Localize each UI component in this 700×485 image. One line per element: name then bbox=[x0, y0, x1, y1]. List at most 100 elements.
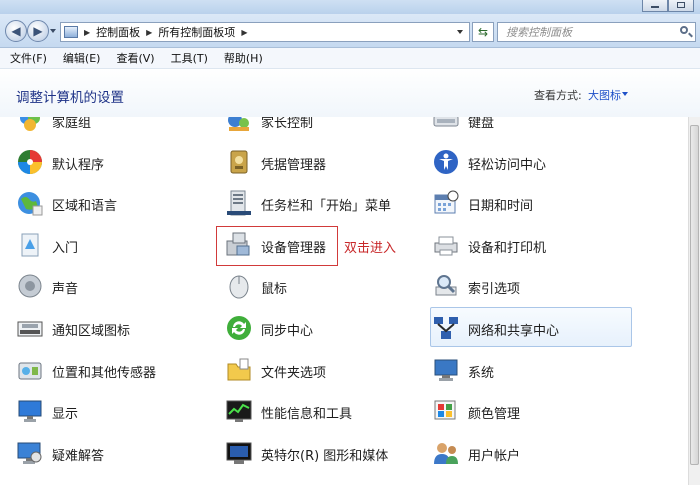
region-language-icon bbox=[16, 189, 44, 217]
cp-item-r7c2[interactable]: 颜色管理 bbox=[432, 397, 632, 427]
breadcrumb-separator-icon[interactable]: ▶ bbox=[146, 28, 152, 37]
address-toolbar: ◀ ▶ ▶ 控制面板 ▶ 所有控制面板项 ▶ ⇆ bbox=[0, 14, 700, 48]
device-manager-icon bbox=[225, 231, 253, 259]
getting-started-icon bbox=[16, 231, 44, 259]
homegroup-icon bbox=[16, 117, 44, 134]
cp-item-r5c2[interactable]: 网络和共享中心 bbox=[432, 314, 632, 344]
menu-tools[interactable]: 工具(T) bbox=[163, 50, 216, 66]
cp-item-label: 凭据管理器 bbox=[261, 158, 327, 173]
cp-item-r5c0[interactable]: 通知区域图标 bbox=[16, 314, 216, 344]
cp-item-r1c0[interactable]: 默认程序 bbox=[16, 148, 216, 178]
cp-item-r0c1[interactable]: 家长控制 bbox=[225, 117, 425, 136]
cp-item-label: 用户帐户 bbox=[468, 449, 521, 464]
cp-item-r4c1[interactable]: 鼠标 bbox=[225, 272, 425, 302]
refresh-icon: ⇆ bbox=[477, 25, 489, 39]
recent-pages-dropdown-icon[interactable] bbox=[50, 29, 56, 33]
devices-printers-icon bbox=[432, 231, 460, 259]
cp-item-label: 文件夹选项 bbox=[261, 366, 327, 381]
cp-item-label: 系统 bbox=[468, 366, 495, 381]
view-by-caret-icon[interactable] bbox=[622, 92, 628, 96]
control-panel-icon bbox=[64, 26, 78, 38]
menu-file[interactable]: 文件(F) bbox=[0, 50, 55, 66]
cp-item-r3c2[interactable]: 设备和打印机 bbox=[432, 231, 632, 261]
cp-item-label: 默认程序 bbox=[52, 158, 105, 173]
troubleshooting-icon bbox=[16, 439, 44, 467]
cp-item-label: 性能信息和工具 bbox=[261, 407, 353, 422]
cp-item-label: 索引选项 bbox=[468, 282, 521, 297]
cp-item-r0c0[interactable]: 家庭组 bbox=[16, 117, 216, 136]
intel-graphics-icon bbox=[225, 439, 253, 467]
address-dropdown-icon[interactable] bbox=[457, 30, 463, 34]
display-icon bbox=[16, 397, 44, 425]
cp-item-r3c1[interactable]: 设备管理器 bbox=[225, 231, 425, 261]
window-caption bbox=[0, 0, 700, 14]
maximize-button[interactable] bbox=[668, 0, 694, 12]
cp-item-r1c1[interactable]: 凭据管理器 bbox=[225, 148, 425, 178]
cp-item-label: 轻松访问中心 bbox=[468, 158, 547, 173]
breadcrumb-separator-icon[interactable]: ▶ bbox=[84, 28, 90, 37]
cp-item-label: 入门 bbox=[52, 241, 79, 256]
cp-item-label: 日期和时间 bbox=[468, 199, 534, 214]
cp-item-label: 键盘 bbox=[468, 117, 495, 131]
scroll-thumb[interactable] bbox=[690, 125, 699, 465]
cp-item-r4c2[interactable]: 索引选项 bbox=[432, 272, 632, 302]
cp-item-r4c0[interactable]: 声音 bbox=[16, 272, 216, 302]
performance-tools-icon bbox=[225, 397, 253, 425]
cp-item-r6c1[interactable]: 文件夹选项 bbox=[225, 356, 425, 386]
menu-bar: 文件(F) 编辑(E) 查看(V) 工具(T) 帮助(H) bbox=[0, 48, 700, 69]
cp-item-r5c1[interactable]: 同步中心 bbox=[225, 314, 425, 344]
cp-item-r2c1[interactable]: 任务栏和「开始」菜单 bbox=[225, 189, 425, 219]
minimize-button[interactable] bbox=[642, 0, 668, 12]
cp-item-label: 英特尔(R) 图形和媒体 bbox=[261, 449, 389, 464]
control-panel-items: 双击进入 家庭组 家长控制 键盘 默认程序 凭据管理器 轻松访问中心 区域和语言 任务栏和「开… bbox=[0, 117, 688, 485]
cp-item-label: 位置和其他传感器 bbox=[52, 366, 157, 381]
forward-arrow-icon: ▶ bbox=[33, 24, 43, 38]
back-button[interactable]: ◀ bbox=[5, 20, 27, 42]
minimize-icon bbox=[651, 5, 659, 8]
network-sharing-icon bbox=[432, 314, 460, 342]
search-input[interactable] bbox=[497, 22, 696, 42]
forward-button[interactable]: ▶ bbox=[27, 20, 49, 42]
cp-item-r7c1[interactable]: 性能信息和工具 bbox=[225, 397, 425, 427]
cp-item-r3c0[interactable]: 入门 bbox=[16, 231, 216, 261]
vertical-scrollbar[interactable] bbox=[688, 117, 700, 485]
mouse-icon bbox=[225, 272, 253, 300]
refresh-button[interactable]: ⇆ bbox=[472, 22, 494, 42]
cp-item-r2c0[interactable]: 区域和语言 bbox=[16, 189, 216, 219]
breadcrumb-all-items[interactable]: 所有控制面板项 bbox=[158, 24, 235, 40]
cp-item-label: 设备管理器 bbox=[261, 241, 327, 256]
breadcrumb-control-panel[interactable]: 控制面板 bbox=[96, 24, 140, 40]
cp-item-r6c2[interactable]: 系统 bbox=[432, 356, 632, 386]
credential-manager-icon bbox=[225, 148, 253, 176]
menu-help[interactable]: 帮助(H) bbox=[216, 50, 271, 66]
cp-item-r8c0[interactable]: 疑难解答 bbox=[16, 439, 216, 469]
back-arrow-icon: ◀ bbox=[11, 24, 21, 38]
view-by-label: 查看方式: bbox=[534, 89, 582, 102]
cp-item-label: 颜色管理 bbox=[468, 407, 521, 422]
indexing-options-icon bbox=[432, 272, 460, 300]
cp-item-r8c2[interactable]: 用户帐户 bbox=[432, 439, 632, 469]
breadcrumb-separator-icon[interactable]: ▶ bbox=[241, 28, 247, 37]
cp-item-label: 网络和共享中心 bbox=[468, 324, 560, 339]
cp-item-r7c0[interactable]: 显示 bbox=[16, 397, 216, 427]
address-bar[interactable]: ▶ 控制面板 ▶ 所有控制面板项 ▶ bbox=[60, 22, 470, 42]
view-by-dropdown[interactable]: 大图标 bbox=[588, 87, 621, 103]
cp-item-r8c1[interactable]: 英特尔(R) 图形和媒体 bbox=[225, 439, 425, 469]
menu-view[interactable]: 查看(V) bbox=[108, 50, 162, 66]
system-icon bbox=[432, 356, 460, 384]
cp-item-label: 通知区域图标 bbox=[52, 324, 131, 339]
search-icon[interactable] bbox=[680, 26, 688, 34]
cp-item-r2c2[interactable]: 日期和时间 bbox=[432, 189, 632, 219]
cp-item-r0c2[interactable]: 键盘 bbox=[432, 117, 632, 136]
cp-item-r1c2[interactable]: 轻松访问中心 bbox=[432, 148, 632, 178]
cp-item-r6c0[interactable]: 位置和其他传感器 bbox=[16, 356, 216, 386]
cp-item-label: 任务栏和「开始」菜单 bbox=[261, 199, 392, 214]
cp-item-label: 声音 bbox=[52, 282, 79, 297]
maximize-icon bbox=[677, 1, 685, 8]
menu-edit[interactable]: 编辑(E) bbox=[55, 50, 109, 66]
parental-controls-icon bbox=[225, 117, 253, 134]
cp-item-label: 家庭组 bbox=[52, 117, 92, 131]
sound-icon bbox=[16, 272, 44, 300]
ease-of-access-icon bbox=[432, 148, 460, 176]
page-title: 调整计算机的设置 bbox=[16, 90, 124, 106]
